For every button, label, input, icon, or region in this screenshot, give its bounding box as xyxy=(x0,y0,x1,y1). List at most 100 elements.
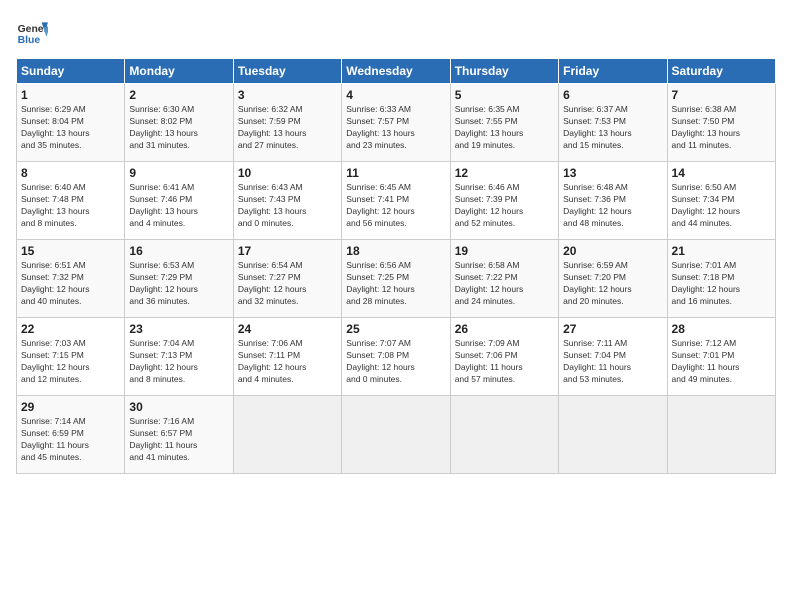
weekday-header: Wednesday xyxy=(342,59,450,84)
day-number: 18 xyxy=(346,244,445,258)
calendar-cell: 5 Sunrise: 6:35 AM Sunset: 7:55 PM Daylig… xyxy=(450,84,558,162)
day-info: Sunrise: 6:50 AM Sunset: 7:34 PM Dayligh… xyxy=(672,182,771,230)
weekday-header: Saturday xyxy=(667,59,775,84)
calendar-cell: 16 Sunrise: 6:53 AM Sunset: 7:29 PM Dayli… xyxy=(125,240,233,318)
calendar-cell: 8 Sunrise: 6:40 AM Sunset: 7:48 PM Daylig… xyxy=(17,162,125,240)
calendar-cell: 7 Sunrise: 6:38 AM Sunset: 7:50 PM Daylig… xyxy=(667,84,775,162)
day-number: 21 xyxy=(672,244,771,258)
day-info: Sunrise: 7:09 AM Sunset: 7:06 PM Dayligh… xyxy=(455,338,554,386)
day-number: 7 xyxy=(672,88,771,102)
day-number: 5 xyxy=(455,88,554,102)
day-number: 27 xyxy=(563,322,662,336)
day-info: Sunrise: 6:58 AM Sunset: 7:22 PM Dayligh… xyxy=(455,260,554,308)
page-header: General Blue xyxy=(16,16,776,48)
weekday-header: Sunday xyxy=(17,59,125,84)
calendar-cell: 2 Sunrise: 6:30 AM Sunset: 8:02 PM Daylig… xyxy=(125,84,233,162)
calendar-cell: 21 Sunrise: 7:01 AM Sunset: 7:18 PM Dayli… xyxy=(667,240,775,318)
day-info: Sunrise: 7:16 AM Sunset: 6:57 PM Dayligh… xyxy=(129,416,228,464)
day-info: Sunrise: 6:40 AM Sunset: 7:48 PM Dayligh… xyxy=(21,182,120,230)
calendar-cell: 11 Sunrise: 6:45 AM Sunset: 7:41 PM Dayli… xyxy=(342,162,450,240)
calendar-cell xyxy=(450,396,558,474)
day-info: Sunrise: 6:48 AM Sunset: 7:36 PM Dayligh… xyxy=(563,182,662,230)
day-info: Sunrise: 7:01 AM Sunset: 7:18 PM Dayligh… xyxy=(672,260,771,308)
day-number: 8 xyxy=(21,166,120,180)
day-info: Sunrise: 6:30 AM Sunset: 8:02 PM Dayligh… xyxy=(129,104,228,152)
day-number: 22 xyxy=(21,322,120,336)
day-info: Sunrise: 6:33 AM Sunset: 7:57 PM Dayligh… xyxy=(346,104,445,152)
calendar-cell xyxy=(667,396,775,474)
calendar-cell: 24 Sunrise: 7:06 AM Sunset: 7:11 PM Dayli… xyxy=(233,318,341,396)
weekday-header: Monday xyxy=(125,59,233,84)
day-number: 13 xyxy=(563,166,662,180)
day-info: Sunrise: 6:45 AM Sunset: 7:41 PM Dayligh… xyxy=(346,182,445,230)
day-info: Sunrise: 7:12 AM Sunset: 7:01 PM Dayligh… xyxy=(672,338,771,386)
day-number: 14 xyxy=(672,166,771,180)
weekday-header: Thursday xyxy=(450,59,558,84)
calendar-cell: 14 Sunrise: 6:50 AM Sunset: 7:34 PM Dayli… xyxy=(667,162,775,240)
day-info: Sunrise: 7:06 AM Sunset: 7:11 PM Dayligh… xyxy=(238,338,337,386)
calendar-cell: 22 Sunrise: 7:03 AM Sunset: 7:15 PM Dayli… xyxy=(17,318,125,396)
day-number: 30 xyxy=(129,400,228,414)
weekday-header: Tuesday xyxy=(233,59,341,84)
day-info: Sunrise: 6:32 AM Sunset: 7:59 PM Dayligh… xyxy=(238,104,337,152)
day-number: 29 xyxy=(21,400,120,414)
day-number: 23 xyxy=(129,322,228,336)
day-number: 11 xyxy=(346,166,445,180)
day-number: 16 xyxy=(129,244,228,258)
day-info: Sunrise: 7:14 AM Sunset: 6:59 PM Dayligh… xyxy=(21,416,120,464)
day-info: Sunrise: 6:54 AM Sunset: 7:27 PM Dayligh… xyxy=(238,260,337,308)
calendar-cell: 6 Sunrise: 6:37 AM Sunset: 7:53 PM Daylig… xyxy=(559,84,667,162)
calendar-cell xyxy=(559,396,667,474)
day-number: 4 xyxy=(346,88,445,102)
calendar-cell: 20Sunrise: 6:59 AM Sunset: 7:20 PM Dayli… xyxy=(559,240,667,318)
day-info: Sunrise: 6:37 AM Sunset: 7:53 PM Dayligh… xyxy=(563,104,662,152)
day-info: Sunrise: 7:04 AM Sunset: 7:13 PM Dayligh… xyxy=(129,338,228,386)
day-number: 2 xyxy=(129,88,228,102)
calendar-cell: 10 Sunrise: 6:43 AM Sunset: 7:43 PM Dayli… xyxy=(233,162,341,240)
calendar-cell: 15 Sunrise: 6:51 AM Sunset: 7:32 PM Dayli… xyxy=(17,240,125,318)
day-info: Sunrise: 6:43 AM Sunset: 7:43 PM Dayligh… xyxy=(238,182,337,230)
day-info: Sunrise: 6:35 AM Sunset: 7:55 PM Dayligh… xyxy=(455,104,554,152)
logo-icon: General Blue xyxy=(16,16,48,48)
day-info: Sunrise: 7:11 AM Sunset: 7:04 PM Dayligh… xyxy=(563,338,662,386)
day-info: Sunrise: 6:53 AM Sunset: 7:29 PM Dayligh… xyxy=(129,260,228,308)
calendar-cell: 17 Sunrise: 6:54 AM Sunset: 7:27 PM Dayli… xyxy=(233,240,341,318)
logo: General Blue xyxy=(16,16,48,48)
day-info: Sunrise: 7:07 AM Sunset: 7:08 PM Dayligh… xyxy=(346,338,445,386)
calendar-cell xyxy=(342,396,450,474)
day-number: 28 xyxy=(672,322,771,336)
day-number: 3 xyxy=(238,88,337,102)
calendar-cell: 27 Sunrise: 7:11 AM Sunset: 7:04 PM Dayli… xyxy=(559,318,667,396)
day-number: 25 xyxy=(346,322,445,336)
day-info: Sunrise: 6:38 AM Sunset: 7:50 PM Dayligh… xyxy=(672,104,771,152)
day-number: 26 xyxy=(455,322,554,336)
calendar-cell: 18 Sunrise: 6:56 AM Sunset: 7:25 PM Dayli… xyxy=(342,240,450,318)
day-number: 6 xyxy=(563,88,662,102)
calendar-cell: 19Sunrise: 6:58 AM Sunset: 7:22 PM Dayli… xyxy=(450,240,558,318)
calendar-cell: 23 Sunrise: 7:04 AM Sunset: 7:13 PM Dayli… xyxy=(125,318,233,396)
day-info: Sunrise: 6:29 AM Sunset: 8:04 PM Dayligh… xyxy=(21,104,120,152)
day-number: 9 xyxy=(129,166,228,180)
day-info: Sunrise: 6:56 AM Sunset: 7:25 PM Dayligh… xyxy=(346,260,445,308)
calendar-cell: 12 Sunrise: 6:46 AM Sunset: 7:39 PM Dayli… xyxy=(450,162,558,240)
svg-text:Blue: Blue xyxy=(18,35,41,46)
calendar-cell: 13 Sunrise: 6:48 AM Sunset: 7:36 PM Dayli… xyxy=(559,162,667,240)
calendar-cell xyxy=(233,396,341,474)
weekday-header: Friday xyxy=(559,59,667,84)
day-number: 24 xyxy=(238,322,337,336)
calendar-cell: 30 Sunrise: 7:16 AM Sunset: 6:57 PM Dayli… xyxy=(125,396,233,474)
calendar-cell: 3 Sunrise: 6:32 AM Sunset: 7:59 PM Daylig… xyxy=(233,84,341,162)
day-info: Sunrise: 6:51 AM Sunset: 7:32 PM Dayligh… xyxy=(21,260,120,308)
calendar-cell: 25 Sunrise: 7:07 AM Sunset: 7:08 PM Dayli… xyxy=(342,318,450,396)
day-number: 12 xyxy=(455,166,554,180)
day-info: Sunrise: 6:59 AM Sunset: 7:20 PM Dayligh… xyxy=(563,260,662,308)
day-info: Sunrise: 6:41 AM Sunset: 7:46 PM Dayligh… xyxy=(129,182,228,230)
calendar-cell: 4 Sunrise: 6:33 AM Sunset: 7:57 PM Daylig… xyxy=(342,84,450,162)
calendar-cell: 1Sunrise: 6:29 AM Sunset: 8:04 PM Daylig… xyxy=(17,84,125,162)
day-info: Sunrise: 7:03 AM Sunset: 7:15 PM Dayligh… xyxy=(21,338,120,386)
day-info: Sunrise: 6:46 AM Sunset: 7:39 PM Dayligh… xyxy=(455,182,554,230)
day-number: 17 xyxy=(238,244,337,258)
day-number: 10 xyxy=(238,166,337,180)
calendar-cell: 26 Sunrise: 7:09 AM Sunset: 7:06 PM Dayli… xyxy=(450,318,558,396)
day-number: 15 xyxy=(21,244,120,258)
